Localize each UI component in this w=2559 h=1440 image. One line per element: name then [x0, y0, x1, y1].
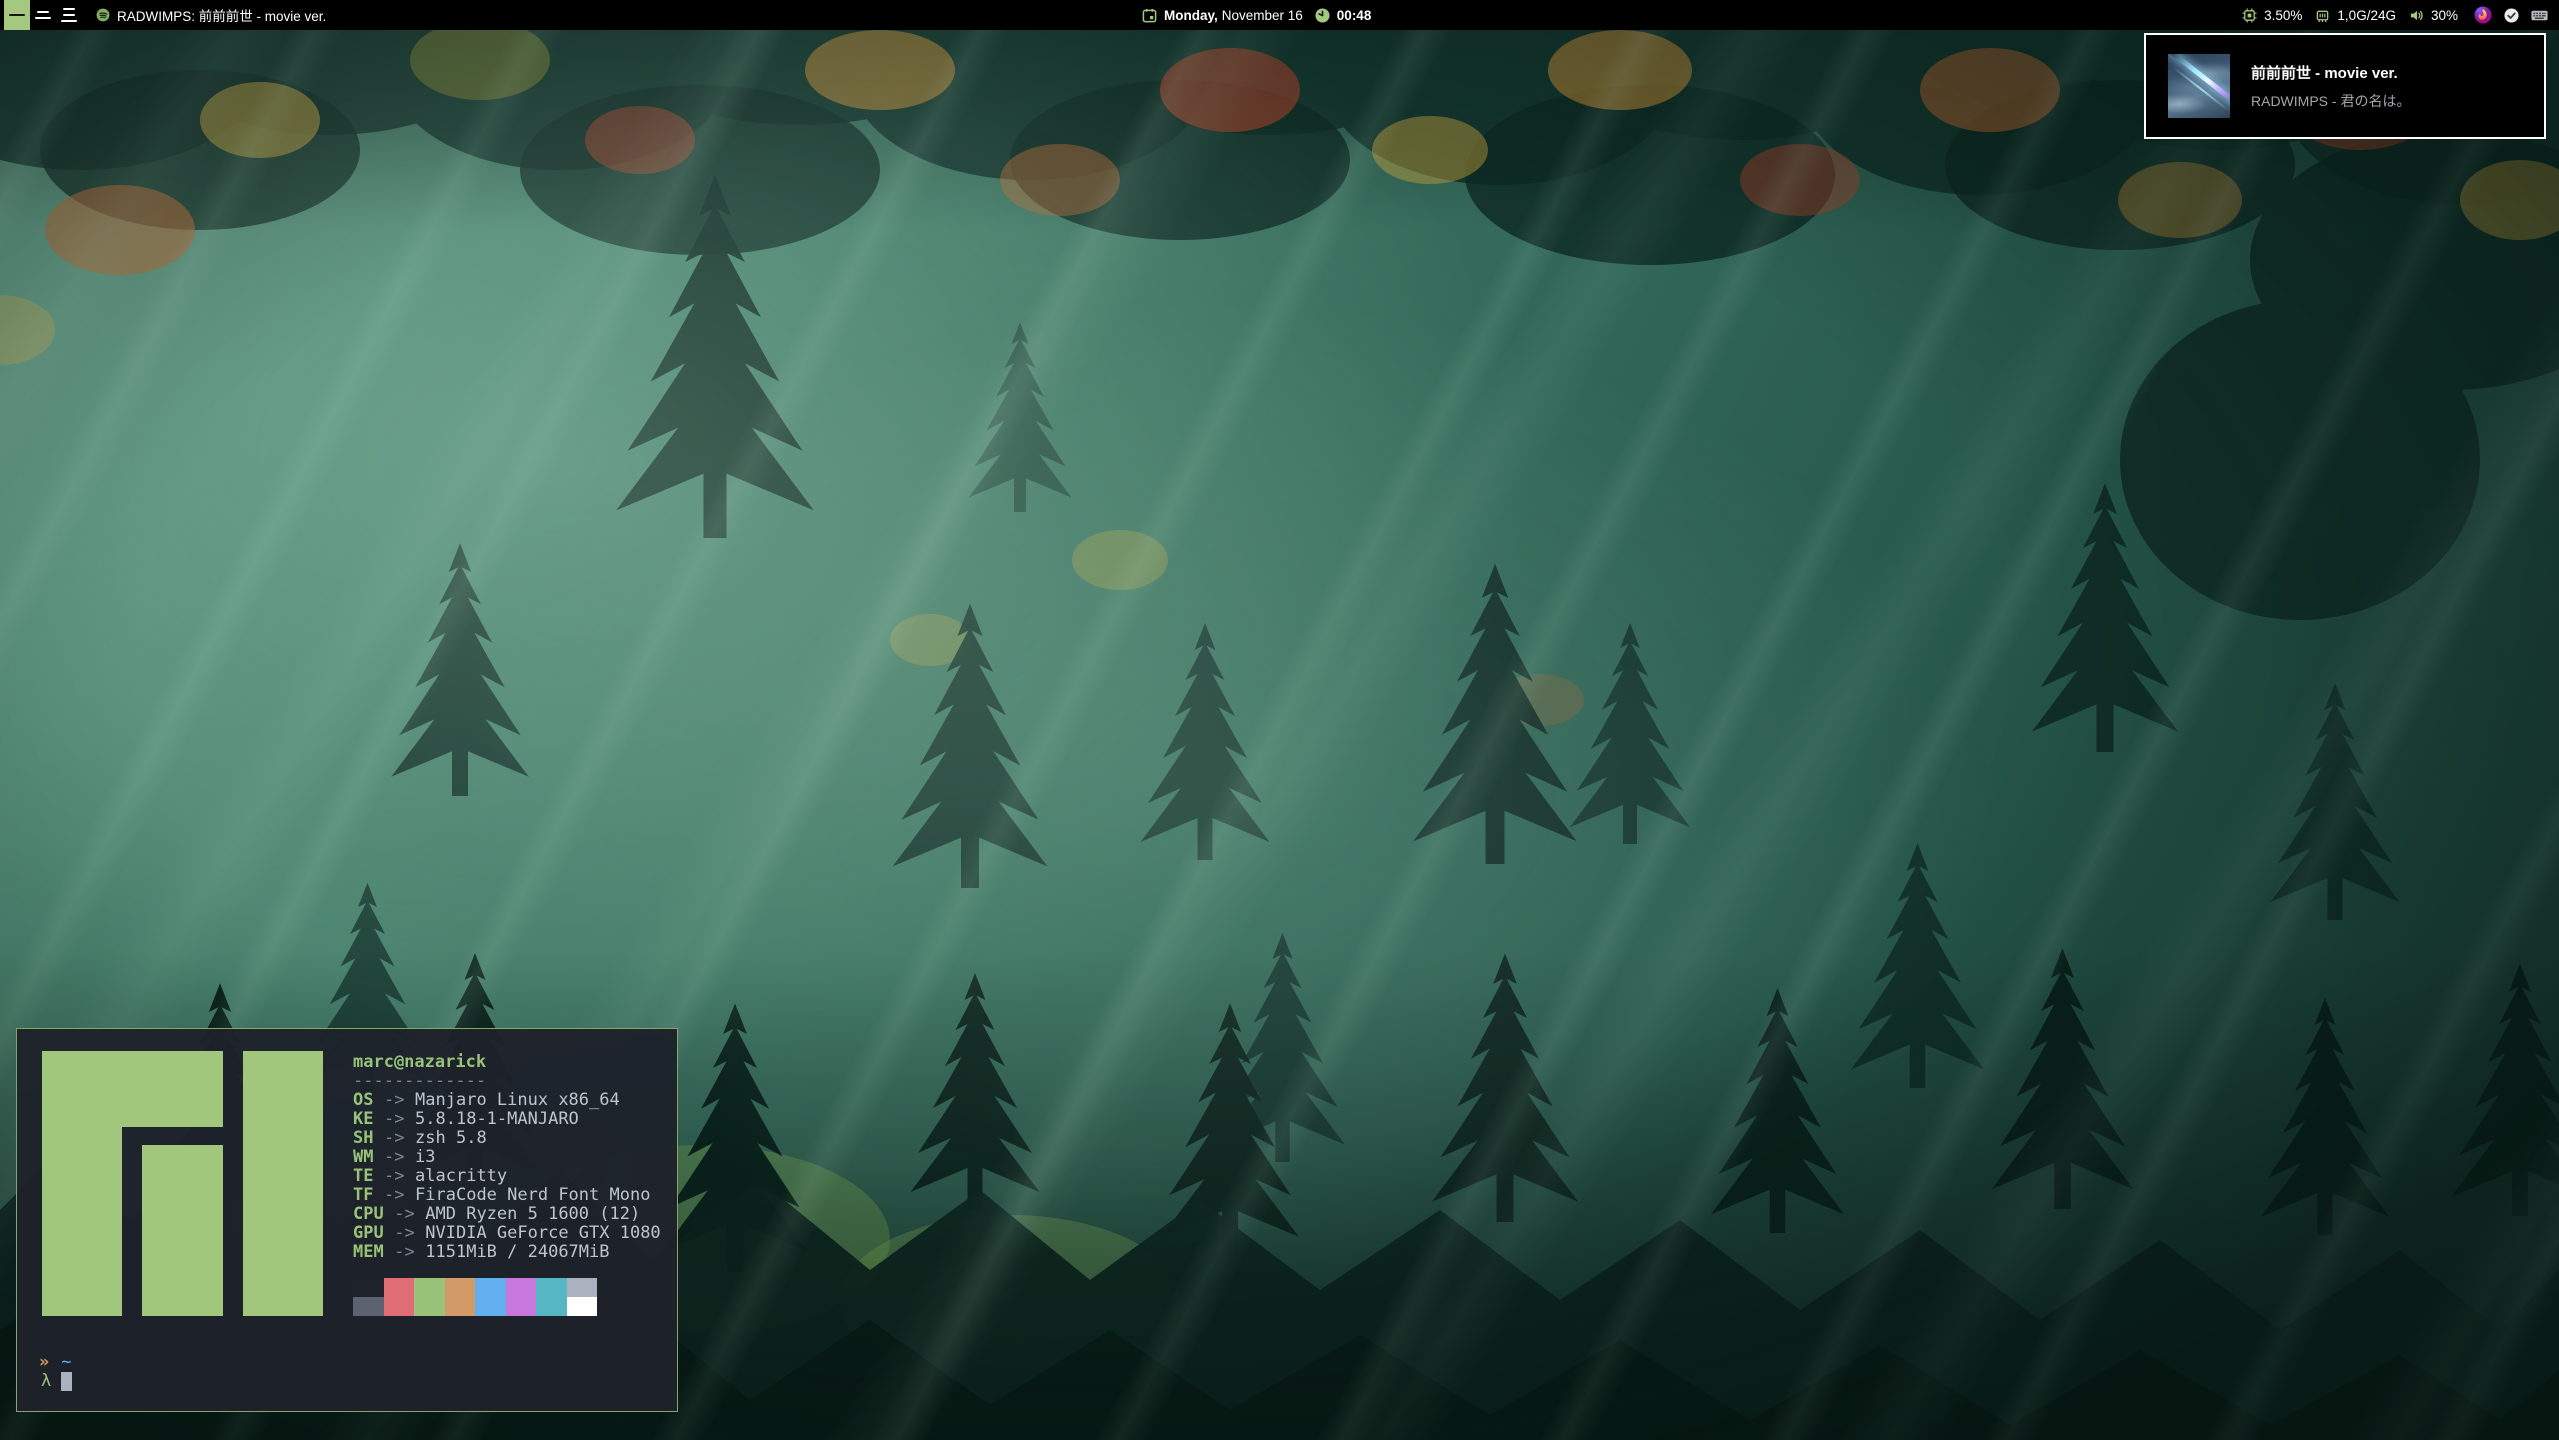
fetch-row-wm: WM->i3 [353, 1148, 661, 1167]
memory-usage-text: 1,0G/24G [2337, 8, 2396, 23]
notification-now-playing[interactable]: 前前前世 - movie ver. RADWIMPS - 君の名は。 [2144, 33, 2546, 139]
palette-swatch [567, 1278, 598, 1297]
cpu-usage-text: 3.50% [2264, 8, 2302, 23]
palette-swatch [475, 1297, 506, 1316]
time-text: 00:48 [1337, 8, 1372, 23]
prompt-path-line: »~ [39, 1353, 72, 1372]
fetch-separator: ------------- [353, 1072, 661, 1091]
terminal-color-palette [353, 1278, 597, 1316]
neofetch-output: marc@nazarick ------------- OS->Manjaro … [353, 1053, 661, 1262]
keyboard-icon[interactable] [2531, 8, 2548, 22]
palette-swatch [353, 1278, 384, 1297]
album-art [2168, 54, 2230, 118]
manjaro-logo-middle [142, 1145, 223, 1316]
workspace-3[interactable]: 三 [56, 0, 82, 30]
now-playing-title: RADWIMPS: 前前前世 - movie ver. [117, 5, 326, 25]
spotify-icon [96, 8, 110, 22]
palette-swatch [567, 1297, 598, 1316]
workspace-2[interactable]: 二 [30, 0, 56, 30]
cpu-icon [2242, 8, 2257, 23]
updater-check-icon[interactable] [2504, 8, 2519, 23]
palette-row-bright [353, 1297, 597, 1316]
volume-module: 30% [2409, 8, 2458, 23]
prompt-input-line[interactable]: λ [39, 1372, 72, 1391]
notification-text: 前前前世 - movie ver. RADWIMPS - 君の名は。 [2251, 62, 2410, 111]
notification-title: 前前前世 - movie ver. [2251, 62, 2410, 83]
terminal-window[interactable]: marc@nazarick ------------- OS->Manjaro … [16, 1028, 678, 1412]
user-host: marc@nazarick [353, 1053, 661, 1072]
prompt-lambda: λ [41, 1371, 51, 1391]
prompt-arrows: » [39, 1352, 49, 1372]
palette-swatch [353, 1297, 384, 1316]
bar-right-modules: 3.50% 1,0G/24G [2242, 6, 2559, 24]
datetime-module: Monday, November 16 00:48 [1142, 0, 1371, 30]
palette-swatch [536, 1297, 567, 1316]
notification-subtitle: RADWIMPS - 君の名は。 [2251, 91, 2410, 111]
system-tray [2474, 6, 2548, 24]
date-text: November 16 [1222, 8, 1303, 23]
workspace-1[interactable]: 一 [4, 0, 30, 30]
fetch-row-os: OS->Manjaro Linux x86_64 [353, 1091, 661, 1110]
palette-swatch [414, 1278, 445, 1297]
volume-icon [2409, 8, 2424, 23]
workspace-3-glyph [61, 8, 77, 22]
top-bar: 一 二 三 RADWIMPS: 前前前世 - movie ver. [0, 0, 2559, 30]
prompt-path: ~ [61, 1352, 71, 1372]
palette-swatch [506, 1297, 537, 1316]
palette-swatch [414, 1297, 445, 1316]
fetch-row-gpu: GPU->NVIDIA GeForce GTX 1080 [353, 1224, 661, 1243]
palette-swatch [475, 1278, 506, 1297]
palette-row-normal [353, 1278, 597, 1297]
fetch-row-font: TF->FiraCode Nerd Font Mono [353, 1186, 661, 1205]
weekday-text: Monday, [1164, 8, 1218, 23]
memory-module: 1,0G/24G [2315, 8, 2396, 23]
terminal-cursor [61, 1372, 72, 1391]
fetch-row-terminal: TE->alacritty [353, 1167, 661, 1186]
palette-swatch [445, 1278, 476, 1297]
workspace-1-glyph [9, 14, 25, 16]
memory-icon [2315, 8, 2330, 23]
manjaro-logo-topbar [42, 1051, 223, 1127]
fetch-row-shell: SH->zsh 5.8 [353, 1129, 661, 1148]
cpu-module: 3.50% [2242, 8, 2302, 23]
spotify-module[interactable]: RADWIMPS: 前前前世 - movie ver. [96, 5, 326, 25]
fetch-row-kernel: KE->5.8.18-1-MANJARO [353, 1110, 661, 1129]
fetch-row-cpu: CPU->AMD Ryzen 5 1600 (12) [353, 1205, 661, 1224]
firefox-nightly-icon[interactable] [2474, 6, 2492, 24]
calendar-icon [1142, 8, 1157, 23]
workspace-2-glyph [35, 11, 51, 19]
clock-icon [1315, 8, 1330, 23]
palette-swatch [384, 1278, 415, 1297]
palette-swatch [384, 1297, 415, 1316]
manjaro-logo [42, 1051, 323, 1316]
desktop: 一 二 三 RADWIMPS: 前前前世 - movie ver. [0, 0, 2559, 1440]
volume-level-text: 30% [2431, 8, 2458, 23]
palette-swatch [506, 1278, 537, 1297]
manjaro-logo-right [243, 1051, 323, 1316]
palette-swatch [445, 1297, 476, 1316]
fetch-row-memory: MEM->1151MiB / 24067MiB [353, 1243, 661, 1262]
palette-swatch [536, 1278, 567, 1297]
